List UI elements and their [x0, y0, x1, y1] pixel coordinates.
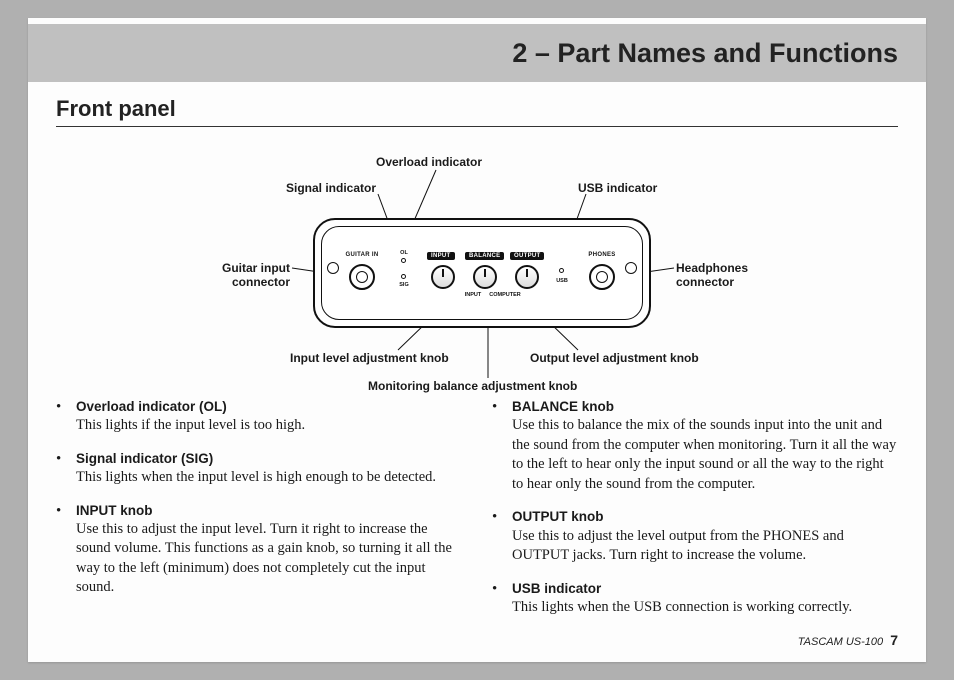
- list-item: •USB indicatorThis lights when the USB c…: [492, 580, 898, 618]
- item-title: OUTPUT knob: [512, 508, 898, 526]
- list-item-body: Overload indicator (OL)This lights if th…: [76, 398, 462, 436]
- screw-icon: [625, 262, 637, 274]
- list-item-body: BALANCE knobUse this to balance the mix …: [512, 398, 898, 494]
- page-footer: TASCAM US-100 7: [798, 632, 898, 648]
- screw-icon: [327, 262, 339, 274]
- callout-input-knob: Input level adjustment knob: [290, 352, 449, 366]
- guitar-in-jack: [349, 264, 375, 290]
- item-title: INPUT knob: [76, 502, 462, 520]
- phones-jack: [589, 264, 615, 290]
- bullet-icon: •: [492, 580, 504, 618]
- callout-guitar-l2: connector: [232, 275, 290, 289]
- output-knob: [515, 265, 539, 289]
- tag-output: OUTPUT: [510, 252, 544, 260]
- chapter-title: 2 – Part Names and Functions: [512, 38, 898, 69]
- item-title: Signal indicator (SIG): [76, 450, 462, 468]
- bullet-icon: •: [56, 450, 68, 488]
- callout-phones-l1: Headphones: [676, 261, 748, 275]
- label-computer-sub: COMPUTER: [487, 292, 523, 298]
- balance-knob: [473, 265, 497, 289]
- list-item: •INPUT knobUse this to adjust the input …: [56, 502, 462, 598]
- label-input-sub: INPUT: [459, 292, 487, 298]
- tag-input: INPUT: [427, 252, 455, 260]
- footer-page-number: 7: [890, 632, 898, 648]
- bullet-icon: •: [492, 508, 504, 565]
- device-front-panel: GUITAR IN PHONES OL SIG INPUT BALANCE OU…: [313, 218, 651, 328]
- item-desc: This lights if the input level is too hi…: [76, 416, 462, 436]
- label-guitar-in: GUITAR IN: [341, 252, 383, 258]
- callout-signal: Signal indicator: [276, 182, 376, 196]
- list-item-body: USB indicatorThis lights when the USB co…: [512, 580, 898, 618]
- manual-page: 2 – Part Names and Functions Front panel…: [28, 18, 926, 662]
- list-item-body: Signal indicator (SIG)This lights when t…: [76, 450, 462, 488]
- led-sig: [401, 274, 406, 279]
- callout-usb: USB indicator: [578, 182, 657, 196]
- section-title: Front panel: [56, 96, 898, 127]
- list-item: •Signal indicator (SIG)This lights when …: [56, 450, 462, 488]
- callout-phones-l2: connector: [676, 275, 734, 289]
- label-usb: USB: [553, 278, 571, 284]
- led-usb: [559, 268, 564, 273]
- callout-balance-knob: Monitoring balance adjustment knob: [368, 380, 577, 394]
- bullet-icon: •: [56, 398, 68, 436]
- left-column: •Overload indicator (OL)This lights if t…: [56, 398, 462, 632]
- label-phones: PHONES: [583, 252, 621, 258]
- item-title: BALANCE knob: [512, 398, 898, 416]
- bullet-icon: •: [492, 398, 504, 494]
- front-panel-diagram: Overload indicator Signal indicator USB …: [178, 136, 778, 396]
- item-desc: This lights when the input level is high…: [76, 468, 462, 488]
- list-item-body: OUTPUT knobUse this to adjust the level …: [512, 508, 898, 565]
- list-item: •Overload indicator (OL)This lights if t…: [56, 398, 462, 436]
- label-sig: SIG: [395, 282, 413, 288]
- item-desc: This lights when the USB connection is w…: [512, 598, 898, 618]
- right-column: •BALANCE knobUse this to balance the mix…: [492, 398, 898, 632]
- chapter-header: 2 – Part Names and Functions: [28, 24, 926, 82]
- callout-output-knob: Output level adjustment knob: [530, 352, 699, 366]
- item-desc: Use this to adjust the input level. Turn…: [76, 520, 462, 598]
- item-title: Overload indicator (OL): [76, 398, 462, 416]
- item-title: USB indicator: [512, 580, 898, 598]
- bullet-icon: •: [56, 502, 68, 598]
- item-desc: Use this to balance the mix of the sound…: [512, 416, 898, 494]
- description-columns: •Overload indicator (OL)This lights if t…: [56, 398, 898, 632]
- callout-overload: Overload indicator: [376, 156, 482, 170]
- led-ol: [401, 258, 406, 263]
- item-desc: Use this to adjust the level output from…: [512, 527, 898, 566]
- input-knob: [431, 265, 455, 289]
- callout-guitar: Guitar input connector: [200, 262, 290, 290]
- footer-model: TASCAM US-100: [798, 636, 883, 648]
- list-item: •OUTPUT knobUse this to adjust the level…: [492, 508, 898, 565]
- callout-phones: Headphones connector: [676, 262, 748, 290]
- list-item-body: INPUT knobUse this to adjust the input l…: [76, 502, 462, 598]
- list-item: •BALANCE knobUse this to balance the mix…: [492, 398, 898, 494]
- section: Front panel: [56, 96, 898, 127]
- label-ol: OL: [395, 250, 413, 256]
- tag-balance: BALANCE: [465, 252, 504, 260]
- callout-guitar-l1: Guitar input: [222, 261, 290, 275]
